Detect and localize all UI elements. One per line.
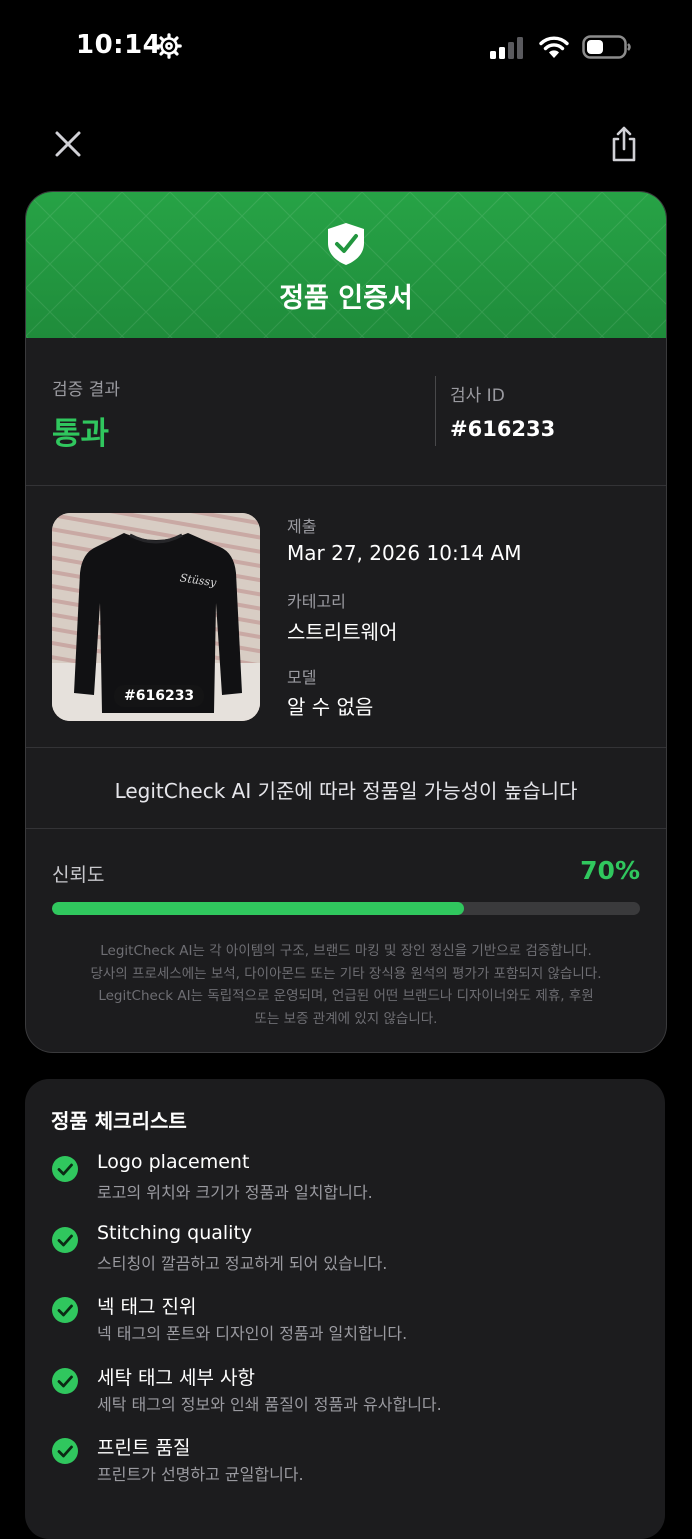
check-circle-icon — [52, 1368, 78, 1394]
result-value: 통과 — [52, 416, 110, 452]
checklist-item: 넥 태그 진위 넥 태그의 폰트와 디자인이 정품과 일치합니다. — [51, 1296, 651, 1358]
close-icon[interactable] — [50, 126, 86, 162]
confidence-label: 신뢰도 — [52, 864, 105, 886]
shield-check-icon — [328, 223, 364, 265]
result-label: 검증 결과 — [52, 380, 120, 400]
category-label: 카테고리 — [287, 592, 346, 611]
checklist-item: Stitching quality 스티칭이 깔끔하고 정교하게 되어 있습니다… — [51, 1222, 651, 1288]
certificate-header: 정품 인증서 — [26, 192, 666, 338]
photo-id-tag: #616233 — [114, 685, 205, 707]
checklist-item: Logo placement 로고의 위치와 크기가 정품과 일치합니다. — [51, 1151, 651, 1217]
gear-icon — [156, 33, 182, 59]
confidence-value: 70% — [580, 856, 640, 885]
disclaimer-line: 또는 보증 관계에 있지 않습니다. — [254, 1010, 438, 1027]
inspection-id-value: #616233 — [450, 417, 556, 441]
model-label: 모델 — [287, 668, 317, 687]
disclaimer: LegitCheck AI는 각 아이템의 구조, 브랜드 마킹 및 장인 정신… — [56, 940, 636, 1030]
checklist-item-name: 프린트 품질 — [97, 1437, 191, 1459]
checklist-item-name: Stitching quality — [97, 1222, 253, 1244]
model-value: 알 수 없음 — [287, 695, 374, 719]
disclaimer-line: LegitCheck AI는 독립적으로 운영되며, 언급된 어떤 브랜드나 디… — [98, 988, 594, 1004]
check-circle-icon — [52, 1297, 78, 1323]
item-photo[interactable]: Stüssy #616233 — [52, 513, 260, 721]
battery-icon — [582, 35, 631, 59]
inspection-id-label: 검사 ID — [450, 386, 505, 406]
checklist-item-desc: 스티칭이 깔끔하고 정교하게 되어 있습니다. — [97, 1254, 388, 1273]
submitted-label: 제출 — [287, 517, 317, 536]
divider — [26, 485, 666, 486]
disclaimer-line: 당사의 프로세스에는 보석, 다이아몬드 또는 기타 장식용 원석의 평가가 포… — [90, 965, 602, 982]
check-circle-icon — [52, 1156, 78, 1182]
status-time: 10:14 — [76, 30, 162, 60]
checklist-title: 정품 체크리스트 — [51, 1109, 187, 1133]
confidence-progress-bar — [52, 902, 640, 915]
checklist-item: 세탁 태그 세부 사항 세탁 태그의 정보와 인쇄 품질이 정품과 유사합니다. — [51, 1367, 651, 1429]
divider — [26, 747, 666, 748]
certificate-card: 정품 인증서 검증 결과 통과 검사 ID #616233 Stüssy #61… — [25, 191, 667, 1053]
cellular-signal-icon — [490, 37, 523, 59]
category-value: 스트리트웨어 — [287, 620, 398, 644]
disclaimer-line: LegitCheck AI는 각 아이템의 구조, 브랜드 마킹 및 장인 정신… — [100, 943, 592, 959]
certificate-title: 정품 인증서 — [279, 283, 413, 314]
checklist-item-desc: 세탁 태그의 정보와 인쇄 품질이 정품과 유사합니다. — [97, 1395, 442, 1414]
checklist-item-desc: 로고의 위치와 크기가 정품과 일치합니다. — [97, 1183, 373, 1202]
submitted-value: Mar 27, 2026 10:14 AM — [287, 541, 522, 565]
checklist-item-name: Logo placement — [97, 1151, 250, 1173]
divider — [26, 828, 666, 829]
check-circle-icon — [52, 1227, 78, 1253]
checklist-item-name: 넥 태그 진위 — [97, 1296, 197, 1318]
checklist-item: 프린트 품질 프린트가 선명하고 균일합니다. — [51, 1437, 651, 1499]
authenticity-summary: LegitCheck AI 기준에 따라 정품일 가능성이 높습니다 — [114, 779, 578, 803]
checklist-item-desc: 넥 태그의 폰트와 디자인이 정품과 일치합니다. — [97, 1324, 408, 1343]
check-circle-icon — [52, 1438, 78, 1464]
confidence-progress-fill — [52, 902, 464, 915]
share-icon[interactable] — [604, 124, 644, 164]
checklist-item-desc: 프린트가 선명하고 균일합니다. — [97, 1465, 304, 1484]
checklist-item-name: 세탁 태그 세부 사항 — [97, 1367, 255, 1389]
authenticity-checklist: 정품 체크리스트 Logo placement 로고의 위치와 크기가 정품과 … — [25, 1079, 665, 1539]
wifi-icon — [539, 36, 569, 58]
vertical-divider — [435, 376, 436, 446]
